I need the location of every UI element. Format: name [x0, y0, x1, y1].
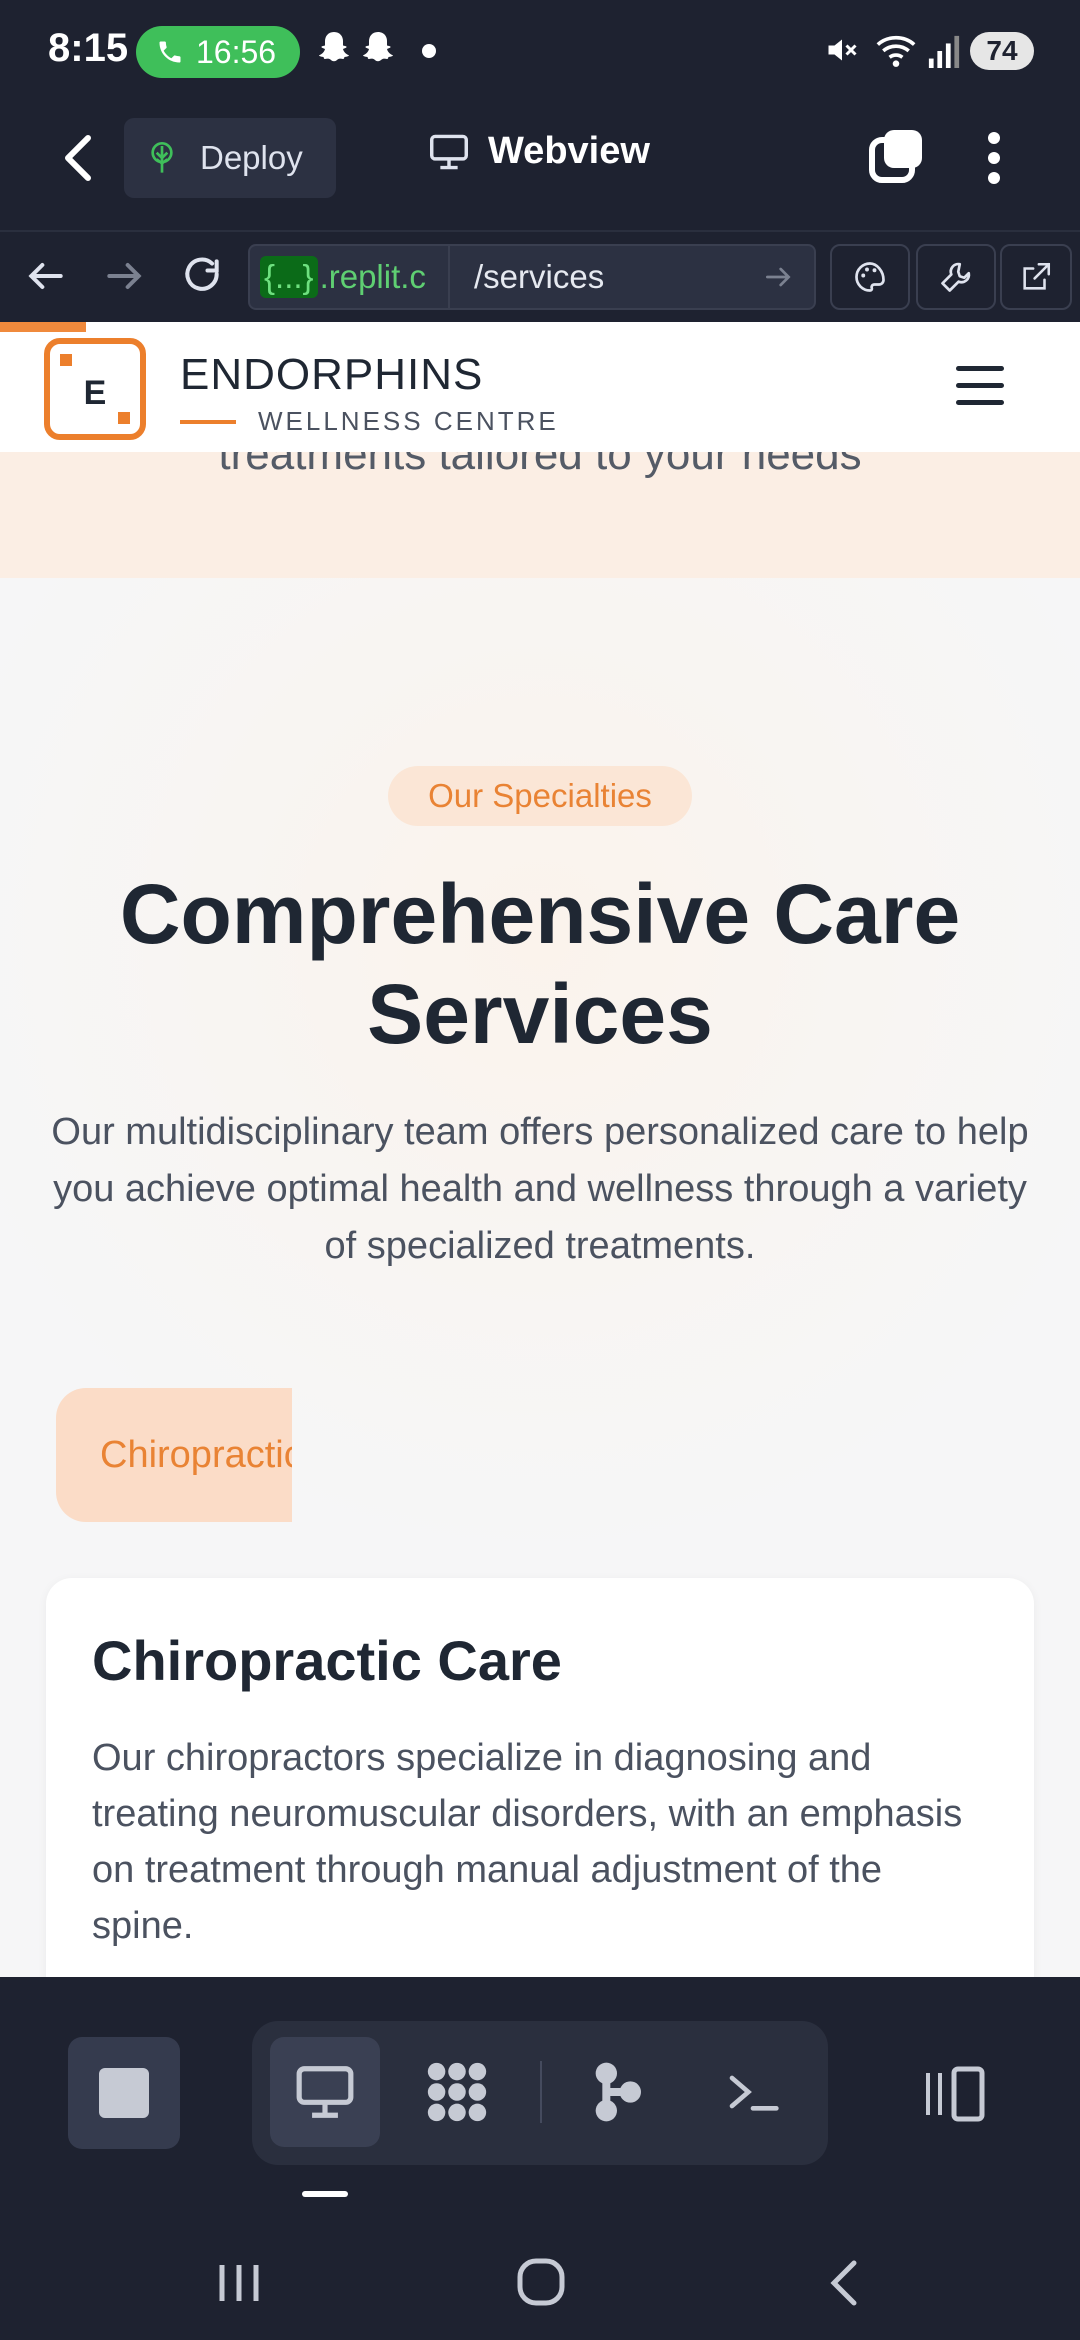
wrench-icon	[941, 262, 971, 292]
signal-icon	[928, 35, 960, 68]
section-title: Comprehensive Care Services	[119, 867, 961, 1061]
status-bar: 8:15 16:56 74	[0, 0, 1080, 100]
go-arrow-icon[interactable]	[762, 261, 794, 293]
url-domain: {...} .replit.c	[250, 246, 450, 308]
packages-grid-icon	[427, 2062, 487, 2122]
webview-tool-button[interactable]	[270, 2037, 380, 2147]
tool-divider	[540, 2061, 542, 2123]
section-badge: Our Specialties	[388, 766, 692, 826]
system-nav-bar	[0, 2227, 1080, 2340]
snapchat-ghost-icon	[319, 32, 349, 62]
more-vertical-icon[interactable]	[982, 130, 1006, 186]
brand-underline	[180, 420, 236, 424]
logo-letter: E	[83, 374, 107, 412]
monitor-icon	[430, 134, 468, 169]
ongoing-call-pill[interactable]: 16:56	[136, 26, 300, 78]
stop-button[interactable]	[68, 2037, 180, 2149]
stop-icon	[99, 2068, 149, 2118]
monitor-icon	[296, 2066, 354, 2118]
deploy-tree-icon	[151, 142, 173, 173]
brand-name[interactable]: ENDORPHINS	[180, 350, 483, 400]
hamburger-menu-icon[interactable]	[956, 366, 1006, 406]
service-card-title: Chiropractic Care	[92, 1629, 562, 1692]
shell-tool-button[interactable]	[698, 2037, 808, 2147]
git-branch-icon	[595, 2062, 641, 2122]
tabs-switcher-icon[interactable]	[866, 126, 926, 186]
active-indicator	[302, 2191, 348, 2197]
webview-tab-title[interactable]: Webview	[428, 130, 650, 173]
git-tool-button[interactable]	[562, 2037, 672, 2147]
call-duration: 16:56	[196, 33, 277, 70]
snapchat-ghost-icon	[363, 32, 393, 62]
deploy-button[interactable]: Deploy	[124, 118, 336, 198]
webview-title-label: Webview	[488, 130, 650, 172]
app-bar: Deploy Webview	[0, 100, 1080, 230]
palette-icon	[855, 262, 885, 292]
service-tab-chiropractic[interactable]: Chiropractic Care	[56, 1388, 292, 1522]
bottom-toolbar	[0, 1977, 1080, 2227]
mute-icon	[828, 39, 857, 61]
wifi-icon	[876, 35, 916, 67]
webview-frame: treatments tailored to your needs Our Sp…	[0, 322, 1080, 1977]
logo-corner-mark	[118, 412, 130, 424]
home-icon[interactable]	[516, 2257, 566, 2307]
battery-level: 74	[970, 32, 1034, 70]
deploy-label: Deploy	[200, 139, 303, 176]
url-domain-text: .replit.c	[319, 258, 426, 295]
brand-subtitle: WELLNESS CENTRE	[258, 406, 559, 436]
tool-switcher	[252, 2021, 828, 2165]
open-external-button[interactable]	[1000, 244, 1072, 310]
back-nav-icon[interactable]	[826, 2257, 862, 2309]
terminal-prompt-icon	[729, 2075, 779, 2111]
packages-tool-button[interactable]	[402, 2037, 512, 2147]
url-input[interactable]: {...} .replit.c /services	[248, 244, 816, 310]
devtools-palette-button[interactable]	[830, 244, 910, 310]
status-time: 8:15	[48, 26, 129, 70]
site-logo[interactable]: E	[44, 338, 146, 440]
external-link-icon	[1023, 262, 1051, 290]
accent-strip	[0, 322, 86, 332]
recent-apps-icon[interactable]	[216, 2261, 262, 2305]
notification-dot	[422, 44, 436, 58]
section-description: Our multidisciplinary team offers person…	[51, 1111, 1029, 1267]
chevron-left-icon[interactable]	[60, 132, 96, 184]
logo-corner-mark	[60, 354, 72, 366]
reload-icon[interactable]	[180, 254, 224, 298]
services-section: Our Specialties Comprehensive Care Servi…	[0, 578, 1080, 1977]
site-header: E ENDORPHINS WELLNESS CENTRE	[0, 322, 1080, 452]
url-domain-brace: {...}	[260, 256, 318, 298]
devtools-wrench-button[interactable]	[916, 244, 996, 310]
url-path: /services	[474, 258, 605, 295]
panels-icon[interactable]	[922, 2065, 988, 2123]
service-card: Chiropractic Care Our chiropractors spec…	[46, 1578, 1034, 1977]
arrow-forward-icon[interactable]	[102, 254, 146, 298]
arrow-back-icon[interactable]	[24, 254, 68, 298]
service-card-body: Our chiropractors specialize in diagnosi…	[92, 1737, 963, 1947]
url-bar: {...} .replit.c /services	[0, 230, 1080, 322]
phone-icon	[159, 41, 181, 63]
